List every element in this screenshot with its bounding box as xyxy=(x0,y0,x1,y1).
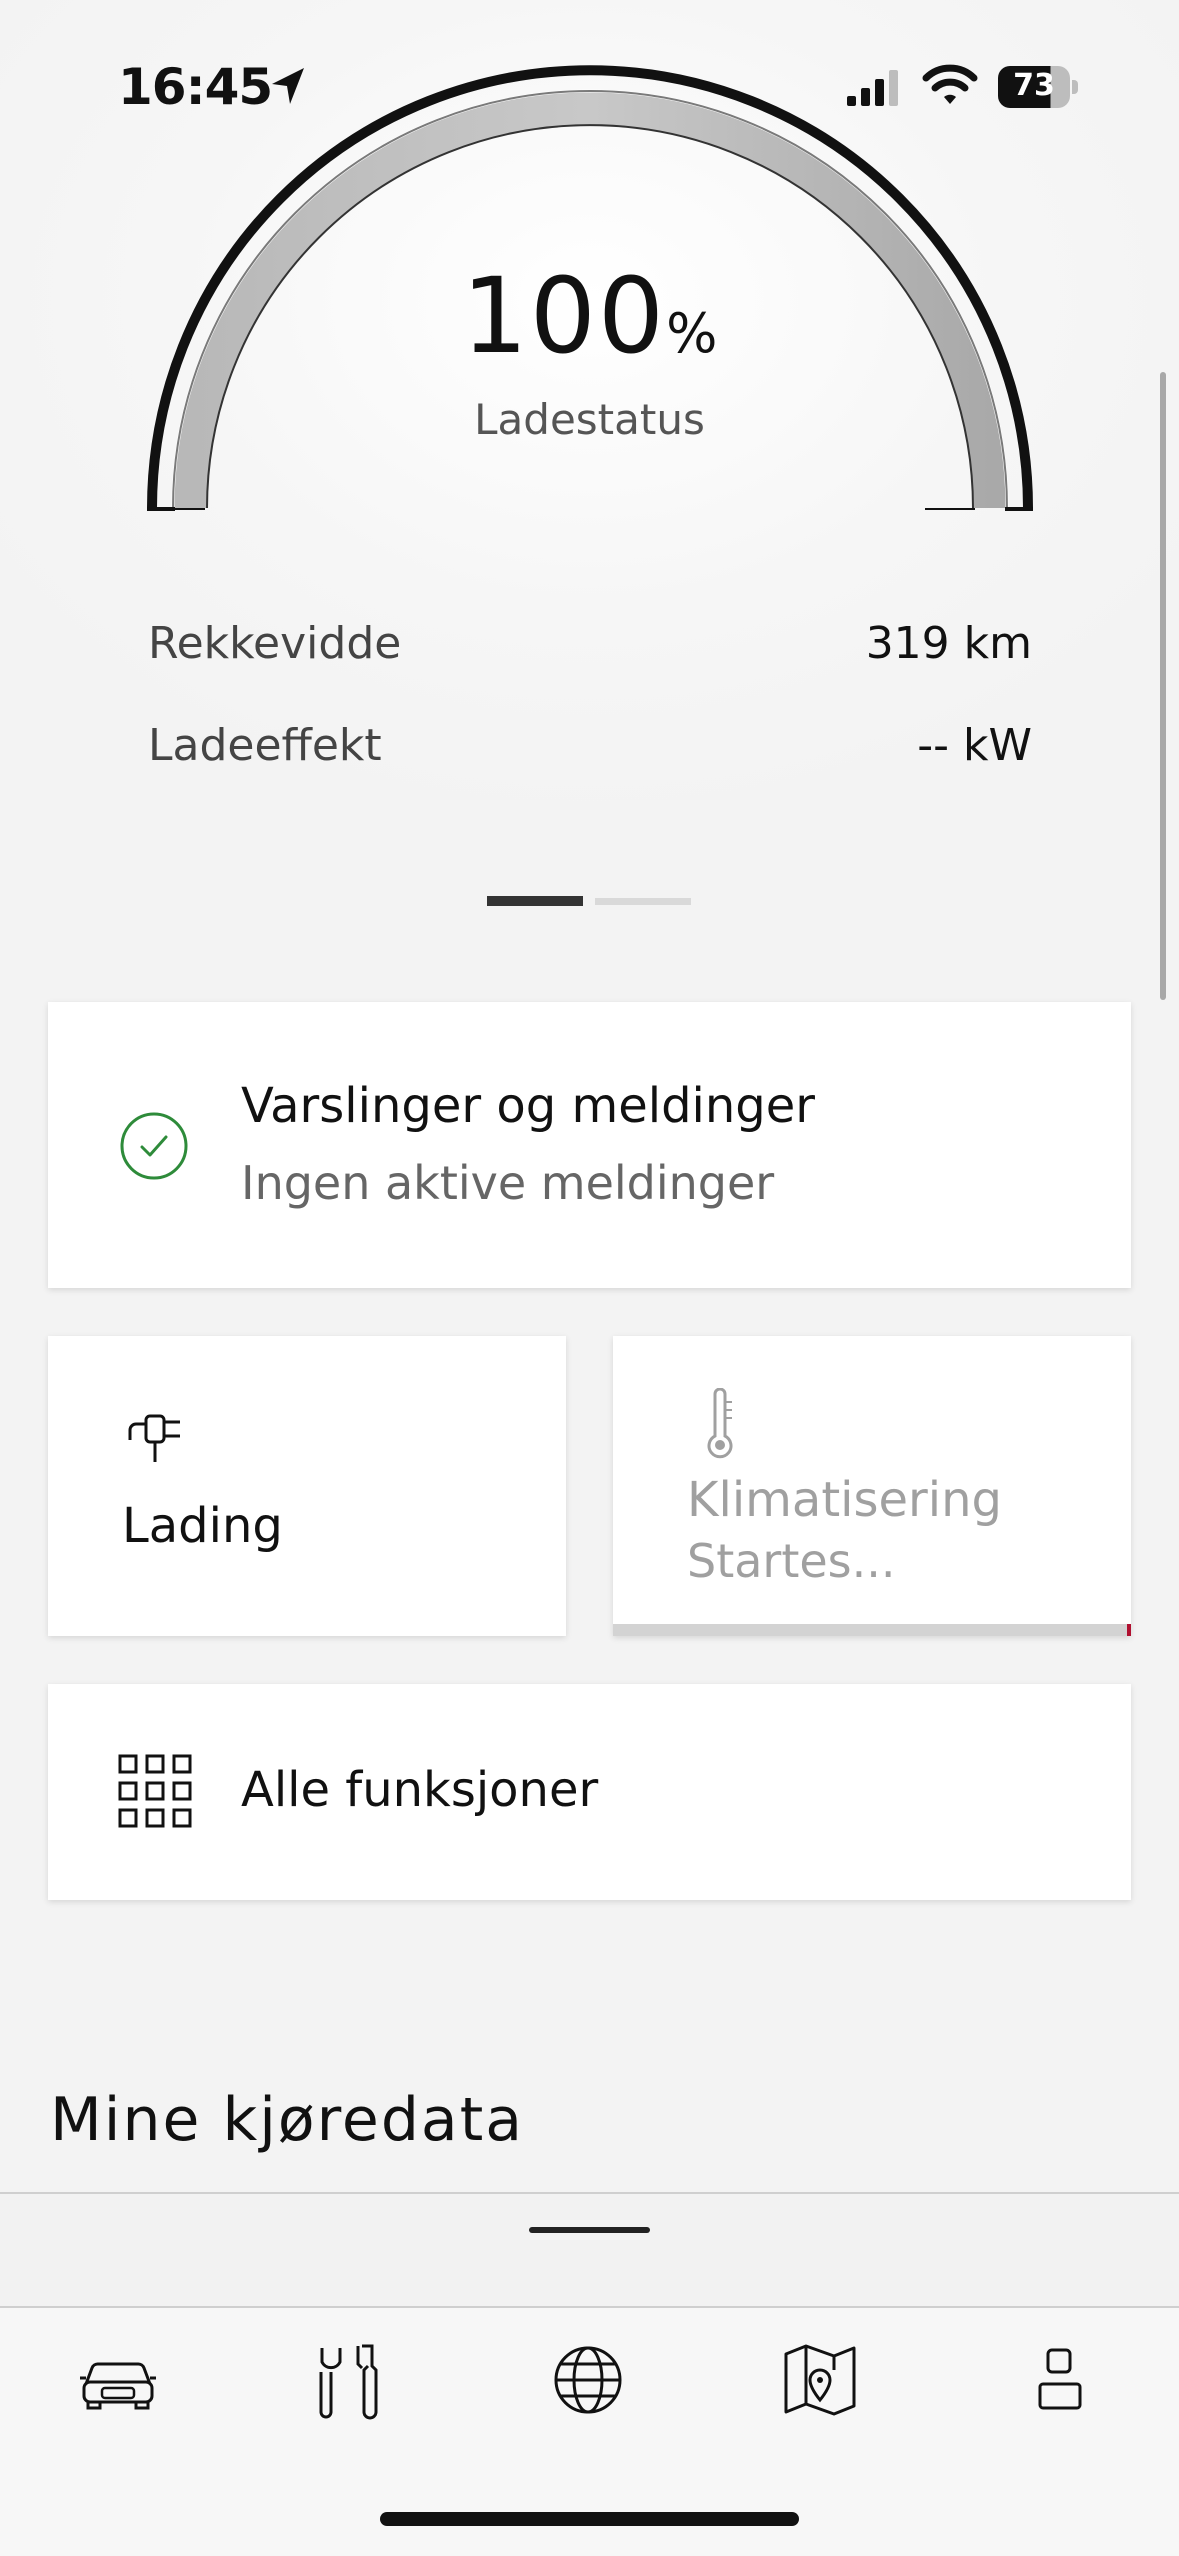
gauge-unit: % xyxy=(666,302,718,365)
driving-data-section-title: Mine kjøredata xyxy=(50,2085,524,2155)
sheet-divider xyxy=(0,2192,1179,2194)
thermometer-icon xyxy=(707,1388,733,1459)
notifications-subtitle: Ingen aktive meldinger xyxy=(241,1156,775,1210)
plug-icon xyxy=(128,1414,180,1462)
power-label: Ladeeffekt xyxy=(148,720,382,771)
grid-icon xyxy=(118,1754,192,1828)
battery-cap xyxy=(1072,80,1078,94)
power-value: -- kW xyxy=(917,720,1032,771)
climate-status: Startes... xyxy=(687,1534,896,1588)
map-pin-icon[interactable] xyxy=(780,2340,860,2420)
climate-progress-marker xyxy=(1127,1624,1131,1636)
globe-icon[interactable] xyxy=(548,2340,628,2420)
home-indicator[interactable] xyxy=(380,2512,799,2526)
charging-label: Lading xyxy=(122,1498,283,1554)
all-functions-card[interactable]: Alle funksjoner xyxy=(48,1684,1131,1900)
tools-icon[interactable] xyxy=(310,2340,390,2420)
notifications-card[interactable]: Varslinger og meldinger Ingen aktive mel… xyxy=(48,1002,1131,1288)
range-label: Rekkevidde xyxy=(148,618,402,669)
bottom-sheet[interactable] xyxy=(0,2194,1179,2306)
notifications-title: Varslinger og meldinger xyxy=(241,1078,816,1134)
climate-progress-bar xyxy=(613,1624,1131,1636)
page-indicator-inactive[interactable] xyxy=(595,898,691,905)
power-row: Ladeeffekt -- kW xyxy=(148,720,1032,771)
sheet-drag-handle[interactable] xyxy=(529,2227,650,2233)
user-icon[interactable] xyxy=(1020,2340,1100,2420)
gauge-label: Ladestatus xyxy=(474,395,705,444)
check-circle-icon xyxy=(120,1112,188,1180)
car-icon[interactable] xyxy=(78,2340,158,2420)
climate-card[interactable]: Klimatisering Startes... xyxy=(613,1336,1131,1636)
climate-title: Klimatisering xyxy=(687,1472,1002,1528)
range-row: Rekkevidde 319 km xyxy=(148,618,1032,669)
gauge-number: 100 xyxy=(461,255,667,377)
scrollbar[interactable] xyxy=(1160,372,1166,1000)
all-functions-label: Alle funksjoner xyxy=(241,1762,599,1818)
charging-card[interactable]: Lading xyxy=(48,1336,566,1636)
gauge-value: 100% xyxy=(0,255,1179,377)
range-value: 319 km xyxy=(865,618,1032,669)
page-indicator-active[interactable] xyxy=(487,896,583,906)
